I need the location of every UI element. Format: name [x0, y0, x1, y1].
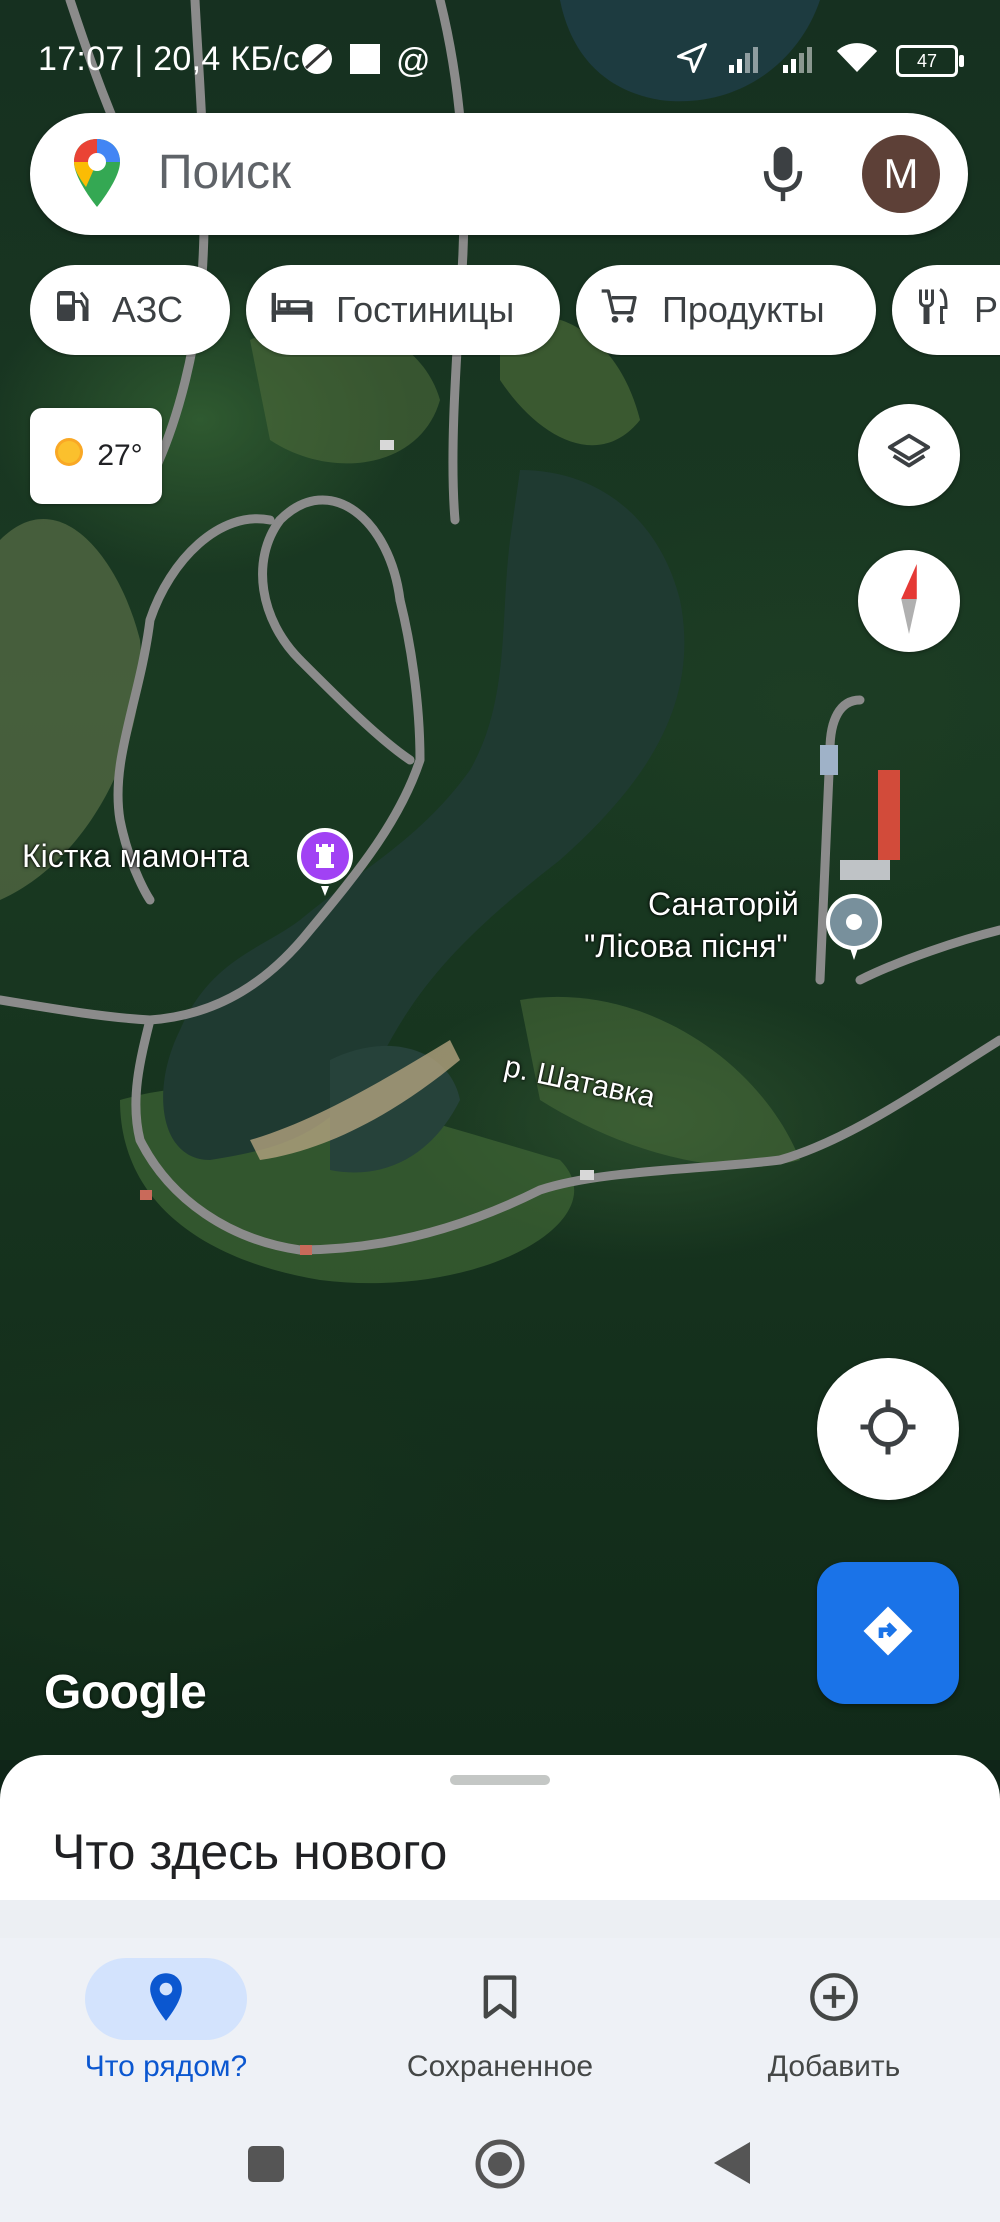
- hotel-bed-icon: [246, 289, 336, 331]
- satellite-map[interactable]: [0, 0, 1000, 1760]
- battery-icon: 47: [896, 44, 964, 77]
- search-bar[interactable]: Поиск M: [30, 113, 968, 235]
- directions-button[interactable]: [817, 1562, 959, 1704]
- nav-saved-indicator: [419, 1958, 581, 2040]
- nav-add[interactable]: Добавить: [684, 1948, 984, 2088]
- shopping-cart-icon: [576, 286, 662, 335]
- gas-station-icon: [30, 286, 112, 335]
- weather-badge[interactable]: 27°: [30, 408, 162, 504]
- nav-explore-indicator: [85, 1958, 247, 2040]
- signal-1-icon: [728, 43, 764, 78]
- compass-button[interactable]: [858, 550, 960, 652]
- search-input[interactable]: Поиск: [158, 145, 291, 200]
- compass-icon: [889, 563, 929, 639]
- nav-explore[interactable]: Что рядом?: [16, 1948, 316, 2088]
- sanatorium-pin[interactable]: [824, 892, 884, 967]
- nav-add-indicator: [753, 1958, 915, 2040]
- bookmark-icon: [482, 1974, 518, 2025]
- museum-icon: [294, 828, 356, 902]
- system-navigation-bar: [0, 2100, 1000, 2222]
- chip-label: Р: [974, 289, 999, 330]
- place-pin-icon: [824, 894, 884, 966]
- recents-square-icon[interactable]: [246, 2144, 286, 2189]
- nav-label: Сохраненное: [406, 2050, 594, 2083]
- layers-icon: [886, 430, 932, 481]
- location-arrow-icon: [674, 40, 710, 81]
- sheet-divider: [0, 1900, 1000, 1938]
- nav-saved[interactable]: Сохраненное: [350, 1948, 650, 2088]
- map-terrain: [0, 0, 1000, 1284]
- place-label-sanatorium-1[interactable]: Санаторій: [648, 886, 799, 923]
- chip-restaurants[interactable]: Р: [892, 265, 1000, 355]
- status-bar: 17:07 | 20,4 КБ/с @ 47: [0, 0, 1000, 110]
- layers-button[interactable]: [858, 404, 960, 506]
- microphone-icon[interactable]: [760, 143, 806, 208]
- chip-gas-station[interactable]: АЗС: [30, 265, 230, 355]
- restaurant-icon: [892, 286, 974, 335]
- nav-label: Добавить: [767, 2050, 901, 2083]
- nav-label: Что рядом?: [84, 2050, 248, 2083]
- sheet-title: Что здесь нового: [52, 1824, 448, 1880]
- wifi-icon: [836, 42, 878, 79]
- my-location-button[interactable]: [817, 1358, 959, 1500]
- bottom-sheet[interactable]: Что здесь нового: [0, 1755, 1000, 1900]
- avatar[interactable]: M: [862, 135, 940, 213]
- chip-label: Гостиницы: [336, 289, 515, 330]
- place-label-kistka[interactable]: Кістка мамонта: [22, 838, 249, 875]
- square-notification-icon: [348, 42, 382, 81]
- chip-label: АЗС: [112, 289, 183, 330]
- directions-icon: [860, 1603, 916, 1664]
- chip-label: Продукты: [662, 289, 825, 330]
- google-maps-logo-icon: [72, 137, 122, 214]
- google-attribution: Google: [44, 1666, 207, 1719]
- temperature: 27°: [97, 439, 143, 472]
- chip-hotels[interactable]: Гостиницы: [246, 265, 560, 355]
- sun-icon: [49, 432, 89, 480]
- museum-pin[interactable]: [294, 826, 356, 903]
- at-sign-icon: @: [396, 42, 431, 80]
- add-circle-icon: [808, 1971, 860, 2028]
- back-triangle-icon[interactable]: [712, 2140, 752, 2191]
- signal-2-icon: [782, 43, 818, 78]
- chip-groceries[interactable]: Продукты: [576, 265, 876, 355]
- status-time: 17:07 | 20,4 КБ/с: [38, 40, 301, 78]
- location-pin-icon: [147, 1971, 185, 2028]
- category-chips: АЗС Гостиницы Продукты Р: [30, 265, 1000, 357]
- place-label-sanatorium-2[interactable]: "Лісова пісня": [584, 928, 788, 965]
- data-saver-icon: [300, 42, 334, 81]
- crosshair-icon: [858, 1397, 918, 1462]
- sheet-drag-handle[interactable]: [450, 1775, 550, 1785]
- home-circle-icon[interactable]: [474, 2138, 526, 2195]
